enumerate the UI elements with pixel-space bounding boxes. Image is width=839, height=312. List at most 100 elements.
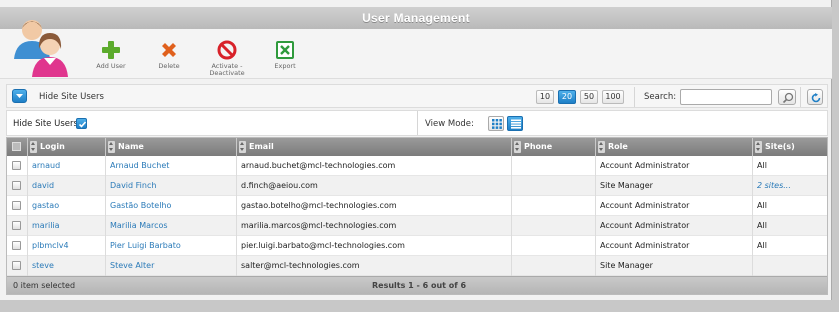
chevron-down-icon [16,94,23,98]
phone-cell [511,236,595,256]
plus-icon [102,41,120,59]
divider [417,111,418,135]
search-icon [782,92,794,104]
role-cell: Account Administrator [595,216,752,236]
divider [800,87,801,107]
select-all-header[interactable] [7,138,27,156]
column-header-email[interactable]: Email [236,138,511,156]
login-link[interactable]: arnaud [27,156,105,176]
delete-button[interactable]: Delete [141,40,197,70]
login-link[interactable]: david [27,176,105,196]
phone-cell [511,176,595,196]
email-cell: gastao.botelho@mcl-technologies.com [236,196,511,216]
name-link[interactable]: Steve Alter [105,256,236,276]
sort-icon [514,141,521,153]
grid-view-icon [491,119,502,129]
select-all-checkbox[interactable] [12,142,21,151]
selected-count: 0 item selected [13,281,76,290]
email-cell: salter@mcl-technologies.com [236,256,511,276]
name-link[interactable]: Gastão Botelho [105,196,236,216]
row-checkbox[interactable] [12,221,21,230]
name-link[interactable]: Arnaud Buchet [105,156,236,176]
add-user-button[interactable]: Add User [83,40,139,70]
login-link[interactable]: plbmclv4 [27,236,105,256]
table-row[interactable]: marilia Marilia Marcos marilia.marcos@mc… [7,216,827,236]
row-checkbox[interactable] [12,161,21,170]
page-size-20[interactable]: 20 [558,90,576,104]
email-cell: pier.luigi.barbato@mcl-technologies.com [236,236,511,256]
activate-label-line2: Deactivate [209,69,245,77]
sort-icon [755,141,762,153]
login-link[interactable]: gastao [27,196,105,216]
activate-deactivate-button[interactable]: Activate - Deactivate [199,40,255,77]
table-row[interactable]: david David Finch d.finch@aeiou.com Site… [7,176,827,196]
toolbar: Add User Delete Activate - Deactivate Ex… [0,20,832,79]
role-cell: Site Manager [595,176,752,196]
login-link[interactable]: steve [27,256,105,276]
sites-cell: All [752,216,827,236]
phone-cell [511,216,595,236]
sort-icon [239,141,246,153]
role-cell: Account Administrator [595,196,752,216]
row-checkbox[interactable] [12,241,21,250]
add-user-label: Add User [96,62,126,70]
hide-site-users-label: Hide Site Users [39,92,104,102]
grid-footer: 0 item selected Results 1 - 6 out of 6 [7,276,827,294]
name-link[interactable]: David Finch [105,176,236,196]
export-label: Export [274,62,296,70]
column-header-name[interactable]: Name [105,138,236,156]
role-cell: Site Manager [595,256,752,276]
search-input[interactable] [680,89,772,105]
excel-icon [276,41,294,59]
view-mode-list-button[interactable] [507,116,523,131]
row-checkbox[interactable] [12,181,21,190]
sort-icon [108,141,115,153]
sort-icon [598,141,605,153]
page-size-50[interactable]: 50 [580,90,598,104]
table-row[interactable]: steve Steve Alter salter@mcl-technologie… [7,256,827,276]
phone-cell [511,156,595,176]
column-header-login[interactable]: Login [27,138,105,156]
hide-site-users-checkbox[interactable] [76,118,87,129]
refresh-button[interactable] [807,89,823,105]
table-row[interactable]: gastao Gastão Botelho gastao.botelho@mcl… [7,196,827,216]
user-management-window: User Management Add User Delete Activate… [0,0,832,300]
check-icon [78,120,86,128]
name-link[interactable]: Pier Luigi Barbato [105,236,236,256]
sites-cell: All [752,156,827,176]
page-size-100[interactable]: 100 [602,90,624,104]
name-link[interactable]: Marilia Marcos [105,216,236,236]
grid-header: Login Name Email Phone Role Site(s) [7,138,827,156]
view-mode-label: View Mode: [425,119,474,129]
email-cell: arnaud.buchet@mcl-technologies.com [236,156,511,176]
row-checkbox[interactable] [12,201,21,210]
table-row[interactable]: arnaud Arnaud Buchet arnaud.buchet@mcl-t… [7,156,827,176]
search-button[interactable] [778,89,796,105]
page-size-10[interactable]: 10 [536,90,554,104]
column-header-role[interactable]: Role [595,138,752,156]
hide-site-users-checkbox-label: Hide Site Users [13,119,78,129]
phone-cell [511,256,595,276]
column-header-phone[interactable]: Phone [511,138,595,156]
users-group-icon [14,20,68,77]
list-view-icon [510,119,521,129]
role-cell: Account Administrator [595,156,752,176]
table-row[interactable]: plbmclv4 Pier Luigi Barbato pier.luigi.b… [7,236,827,256]
sites-link[interactable]: 2 sites... [752,176,827,196]
phone-cell [511,196,595,216]
ban-icon [217,40,237,60]
row-checkbox[interactable] [12,261,21,270]
divider [634,87,635,107]
view-mode-grid-button[interactable] [488,116,504,131]
column-header-sites[interactable]: Site(s) [752,138,827,156]
export-button[interactable]: Export [257,40,313,70]
login-link[interactable]: marilia [27,216,105,236]
email-cell: d.finch@aeiou.com [236,176,511,196]
role-cell: Account Administrator [595,236,752,256]
delete-x-icon [162,43,176,57]
hide-site-users-dropdown-button[interactable] [12,89,27,103]
window-title: User Management [0,7,832,29]
search-label: Search: [644,92,677,102]
options-bar: Hide Site Users View Mode: [6,110,828,136]
results-summary: Results 1 - 6 out of 6 [372,281,467,290]
